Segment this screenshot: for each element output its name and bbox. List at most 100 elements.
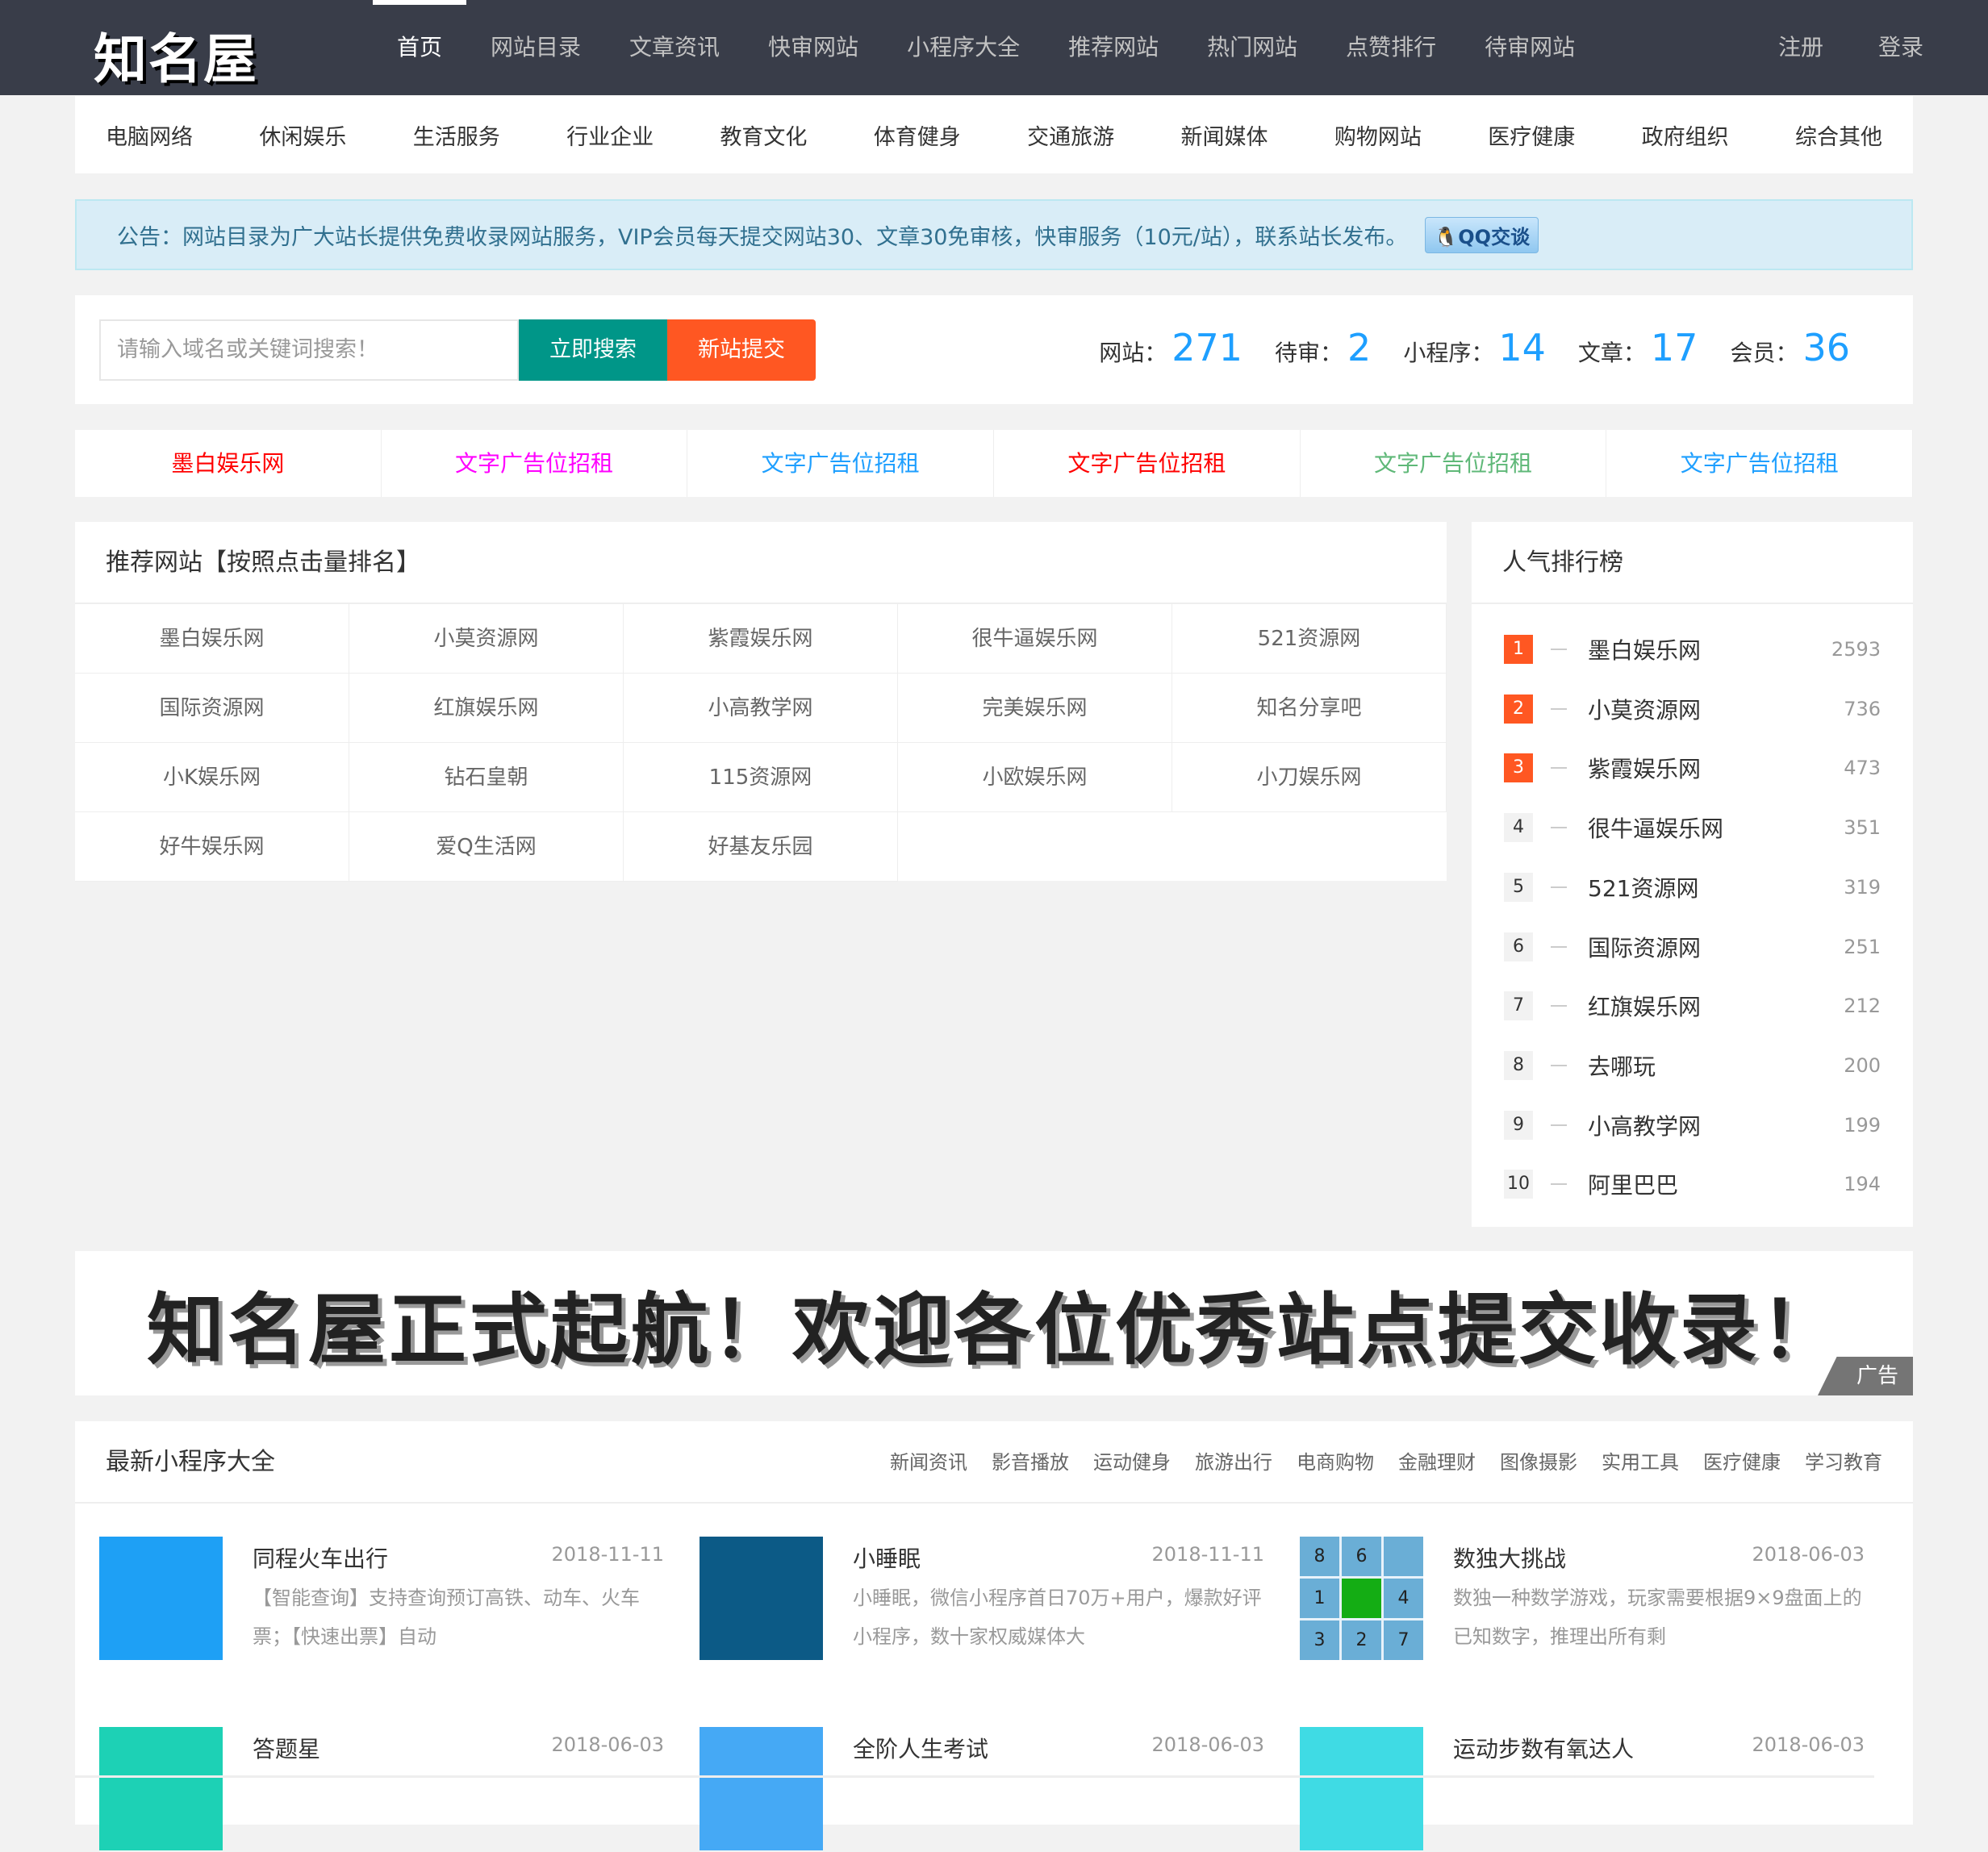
recommended-site-link[interactable]: 小K娱乐网: [75, 743, 349, 812]
nav-item[interactable]: 文章资讯: [605, 0, 744, 95]
mini-tab[interactable]: 实用工具: [1602, 1421, 1679, 1504]
ranking-row[interactable]: 5 521资源网 319: [1504, 871, 1881, 903]
mini-tab[interactable]: 旅游出行: [1195, 1421, 1272, 1504]
search-button[interactable]: 立即搜索: [519, 319, 667, 381]
mini-program-icon[interactable]: 861 4 327: [1300, 1537, 1423, 1660]
rank-site-name[interactable]: 去哪玩: [1588, 1049, 1844, 1082]
ranking-row[interactable]: 6 国际资源网 251: [1504, 931, 1881, 963]
mini-tab[interactable]: 医疗健康: [1703, 1421, 1781, 1504]
text-ad-link[interactable]: 文字广告位招租: [1606, 430, 1914, 497]
rank-site-name[interactable]: 阿里巴巴: [1588, 1168, 1844, 1200]
recommended-site-link[interactable]: 好牛娱乐网: [75, 812, 349, 882]
category-link[interactable]: 教育文化: [720, 119, 807, 151]
rank-site-name[interactable]: 红旗娱乐网: [1588, 990, 1844, 1022]
recommended-site-link[interactable]: 小欧娱乐网: [898, 743, 1172, 812]
mini-program-item[interactable]: 8 6 1 4 3 2 7 数独大挑战 2018-06-03 数独一种数学游戏，玩家需要根据9×9…: [1300, 1537, 1865, 1662]
recommended-site-link[interactable]: 墨白娱乐网: [75, 604, 349, 674]
recommended-site-link[interactable]: 知名分享吧: [1172, 674, 1447, 743]
text-ad-link[interactable]: 文字广告位招租: [687, 430, 995, 497]
recommended-site-link[interactable]: 小莫资源网: [349, 604, 624, 674]
mini-program-name[interactable]: 答题星: [253, 1732, 320, 1764]
ranking-row[interactable]: 10 阿里巴巴 194: [1504, 1168, 1881, 1200]
mini-program-name[interactable]: 运动步数有氧达人: [1453, 1732, 1634, 1764]
category-link[interactable]: 交通旅游: [1027, 119, 1114, 151]
ranking-row[interactable]: 8 去哪玩 200: [1504, 1049, 1881, 1082]
mini-program-name[interactable]: 小睡眠: [853, 1541, 921, 1574]
nav-item[interactable]: 待审网站: [1460, 0, 1599, 95]
nav-item[interactable]: 热门网站: [1183, 0, 1322, 95]
text-ad-link[interactable]: 墨白娱乐网: [75, 430, 382, 497]
recommended-site-link[interactable]: 好基友乐园: [624, 812, 898, 882]
recommended-site-link[interactable]: 钻石皇朝: [349, 743, 624, 812]
search-input[interactable]: 请输入域名或关键词搜索！: [99, 319, 519, 381]
mini-tab[interactable]: 金融理财: [1398, 1421, 1476, 1504]
recommended-site-link[interactable]: 红旗娱乐网: [349, 674, 624, 743]
rank-site-name[interactable]: 小高教学网: [1588, 1109, 1844, 1141]
recommended-site-link[interactable]: 很牛逼娱乐网: [898, 604, 1172, 674]
submit-site-button[interactable]: 新站提交: [667, 319, 816, 381]
ranking-row[interactable]: 4 很牛逼娱乐网 351: [1504, 811, 1881, 844]
category-link[interactable]: 体育健身: [874, 119, 961, 151]
category-link[interactable]: 购物网站: [1334, 119, 1422, 151]
rank-site-name[interactable]: 墨白娱乐网: [1588, 633, 1831, 665]
mini-program-item[interactable]: 答题星 2018-06-03: [99, 1727, 664, 1852]
mini-program-name[interactable]: 数独大挑战: [1453, 1541, 1566, 1574]
mini-tab[interactable]: 影音播放: [992, 1421, 1069, 1504]
mini-tab[interactable]: 图像摄影: [1500, 1421, 1577, 1504]
category-link[interactable]: 政府组织: [1642, 119, 1729, 151]
mini-program-item[interactable]: 同程火车出行 2018-11-11 【智能查询】支持查询预订高铁、动车、火车票；【快…: [99, 1537, 664, 1662]
mini-tab[interactable]: 电商购物: [1297, 1421, 1374, 1504]
mini-program-icon[interactable]: [99, 1727, 223, 1850]
nav-item[interactable]: 点赞排行: [1322, 0, 1460, 95]
ranking-row[interactable]: 2 小莫资源网 736: [1504, 693, 1881, 725]
mini-tab[interactable]: 新闻资讯: [890, 1421, 967, 1504]
rank-site-name[interactable]: 紫霞娱乐网: [1588, 752, 1844, 784]
mini-tab[interactable]: 运动健身: [1093, 1421, 1171, 1504]
recommended-site-link[interactable]: 紫霞娱乐网: [624, 604, 898, 674]
rank-site-name[interactable]: 小莫资源网: [1588, 693, 1844, 725]
nav-item[interactable]: 推荐网站: [1044, 0, 1183, 95]
text-ad-link[interactable]: 文字广告位招租: [1301, 430, 1607, 497]
nav-item[interactable]: 网站目录: [466, 0, 605, 95]
recommended-site-link[interactable]: 小高教学网: [624, 674, 898, 743]
category-link[interactable]: 行业企业: [566, 119, 654, 151]
nav-item[interactable]: 快审网站: [744, 0, 883, 95]
mini-program-item[interactable]: 全阶人生考试 2018-06-03: [700, 1727, 1264, 1852]
recommended-site-link[interactable]: 115资源网: [624, 743, 898, 812]
recommended-site-link[interactable]: 国际资源网: [75, 674, 349, 743]
rank-site-name[interactable]: 国际资源网: [1588, 931, 1844, 963]
mini-program-item[interactable]: 小睡眠 2018-11-11 小睡眠，微信小程序首日70万+用户，爆款好评小程序，数…: [700, 1537, 1264, 1662]
recommended-site-link[interactable]: 521资源网: [1172, 604, 1447, 674]
ranking-row[interactable]: 7 红旗娱乐网 212: [1504, 990, 1881, 1022]
mini-program-name[interactable]: 同程火车出行: [253, 1541, 388, 1574]
mini-program-item[interactable]: 运动步数有氧达人 2018-06-03: [1300, 1727, 1865, 1852]
mini-tab[interactable]: 学习教育: [1805, 1421, 1882, 1504]
category-link[interactable]: 生活服务: [413, 119, 500, 151]
category-link[interactable]: 新闻媒体: [1181, 119, 1268, 151]
qq-chat-button[interactable]: 🐧QQ交谈: [1425, 216, 1539, 253]
site-logo[interactable]: 知名屋: [94, 16, 258, 94]
login-link[interactable]: 登录: [1878, 0, 1923, 95]
rank-site-name[interactable]: 很牛逼娱乐网: [1588, 811, 1844, 844]
nav-item[interactable]: 小程序大全: [883, 0, 1044, 95]
ranking-row[interactable]: 1 墨白娱乐网 2593: [1504, 633, 1881, 665]
mini-program-name[interactable]: 全阶人生考试: [853, 1732, 988, 1764]
mini-program-icon[interactable]: [99, 1537, 223, 1660]
ranking-row[interactable]: 9 小高教学网 199: [1504, 1109, 1881, 1141]
mini-program-icon[interactable]: [1300, 1727, 1423, 1850]
category-link[interactable]: 医疗健康: [1488, 119, 1575, 151]
mini-program-icon[interactable]: [700, 1727, 823, 1850]
text-ad-link[interactable]: 文字广告位招租: [994, 430, 1301, 497]
category-link[interactable]: 休闲娱乐: [259, 119, 346, 151]
recommended-site-link[interactable]: 完美娱乐网: [898, 674, 1172, 743]
ranking-row[interactable]: 3 紫霞娱乐网 473: [1504, 752, 1881, 784]
recommended-site-link[interactable]: 爱Q生活网: [349, 812, 624, 882]
rank-site-name[interactable]: 521资源网: [1588, 871, 1844, 903]
mini-program-icon[interactable]: [700, 1537, 823, 1660]
register-link[interactable]: 注册: [1778, 0, 1823, 95]
nav-item[interactable]: 首页: [373, 0, 467, 95]
category-link[interactable]: 综合其他: [1795, 119, 1882, 151]
text-ad-link[interactable]: 文字广告位招租: [382, 430, 688, 497]
category-link[interactable]: 电脑网络: [106, 119, 193, 151]
banner-ad[interactable]: 知名屋正式起航！欢迎各位优秀站点提交收录！ 广告: [75, 1251, 1913, 1395]
